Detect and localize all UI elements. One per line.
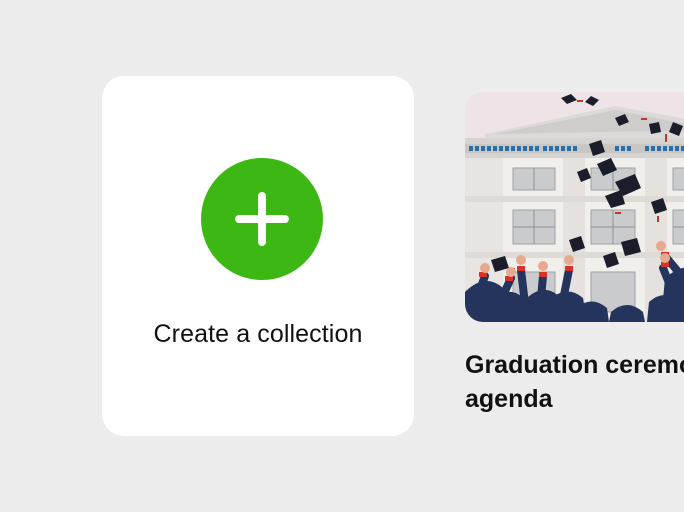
collection-thumbnail	[465, 92, 684, 322]
plus-icon	[235, 192, 289, 246]
collection-card[interactable]: Graduation ceremony agenda	[465, 92, 684, 432]
add-collection-button[interactable]	[201, 158, 323, 280]
collection-title-line-2: agenda	[465, 385, 553, 413]
create-collection-card[interactable]: Create a collection	[102, 76, 414, 436]
create-collection-label: Create a collection	[153, 320, 363, 348]
collection-title: Graduation ceremony agenda	[465, 348, 684, 416]
collection-title-line-1: Graduation ceremony	[465, 351, 684, 379]
collections-row: Create a collection Graduation cerem age…	[0, 0, 684, 512]
graduation-photo-image	[465, 92, 684, 322]
